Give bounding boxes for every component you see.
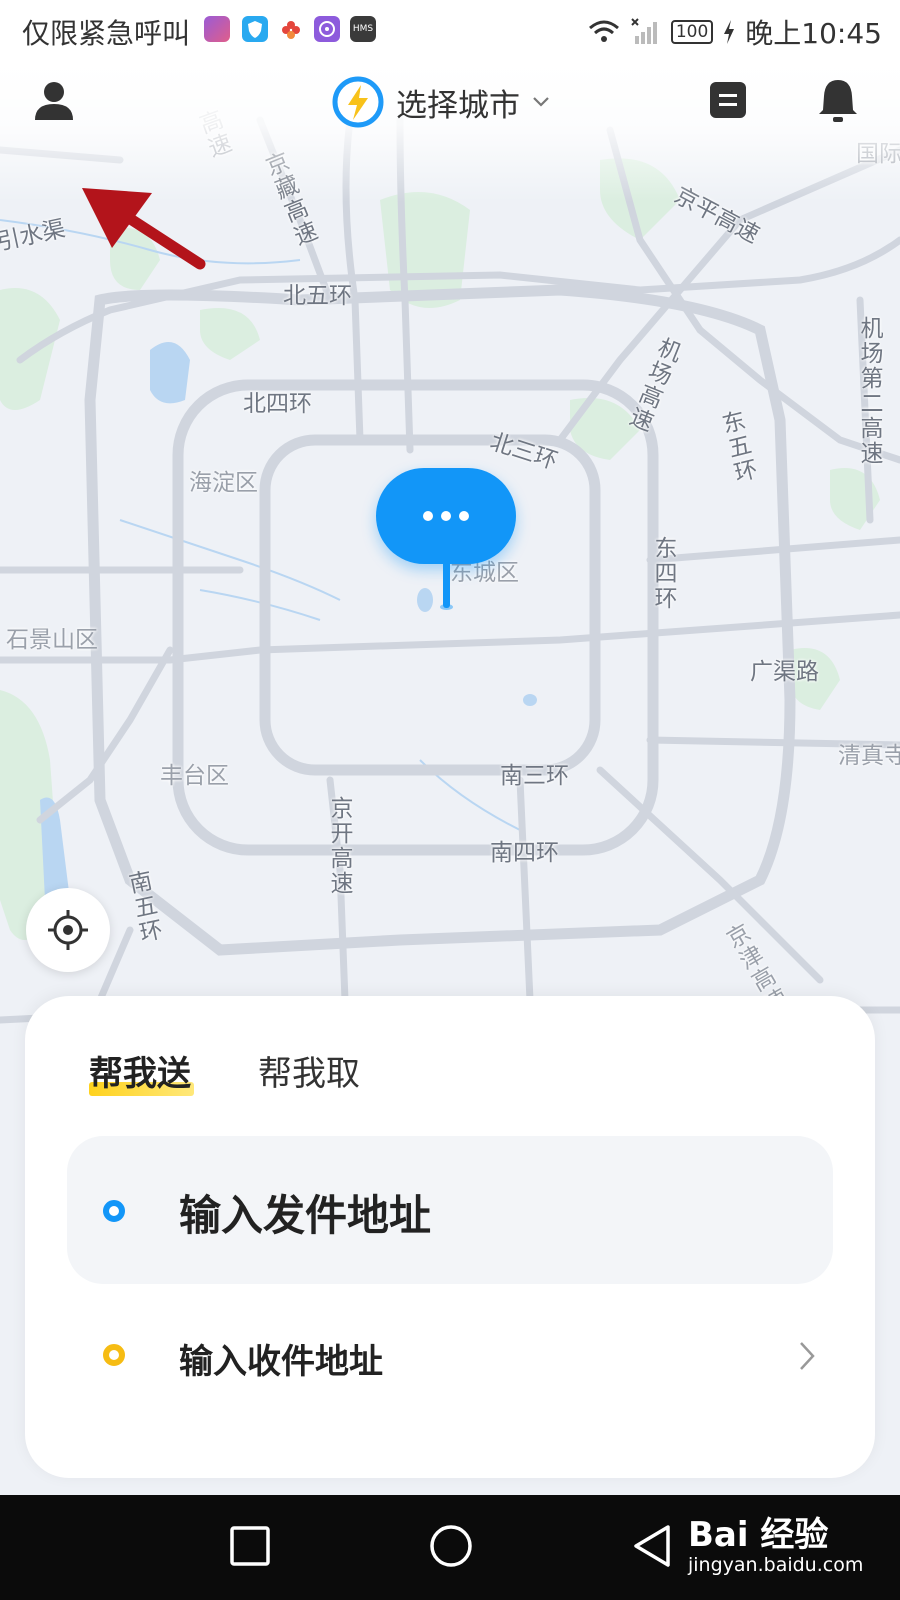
map-label-nansihuan: 南四环 xyxy=(490,840,559,866)
map-label-fengtai: 丰台区 xyxy=(160,763,229,789)
locate-button[interactable] xyxy=(26,888,110,972)
notifications-button[interactable] xyxy=(815,76,861,126)
map-label-jichang2: 机场第二高速 xyxy=(856,316,882,466)
back-button[interactable] xyxy=(630,1521,674,1571)
map-label-haidian: 海淀区 xyxy=(189,470,258,496)
city-selector[interactable]: 选择城市 xyxy=(332,74,550,130)
lightning-logo-icon xyxy=(332,76,384,128)
navigation-bar: Bai 经验 jingyan.baidu.com xyxy=(0,1495,900,1600)
signal-icon xyxy=(631,18,657,44)
map-label-qingzhen: 清真寺 xyxy=(838,743,900,769)
hms-app-icon: HMS xyxy=(350,16,376,42)
receiver-dot xyxy=(103,1344,125,1366)
status-bar: 仅限紧急呼叫 HMS 100 晚上10:45 xyxy=(0,0,900,62)
clock: 晚上10:45 xyxy=(745,17,882,50)
map-label-nansanhuan: 南三环 xyxy=(500,763,569,789)
map-label-jingkai: 京开高速 xyxy=(326,796,352,896)
chevron-down-icon xyxy=(533,97,549,107)
pin-bubble xyxy=(376,468,516,564)
watermark-brand: Bai 经验 xyxy=(688,1515,829,1555)
baidu-watermark: Bai 经验 jingyan.baidu.com xyxy=(688,1507,863,1576)
city-label: 选择城市 xyxy=(396,87,520,124)
profile-icon xyxy=(35,82,73,120)
battery-indicator: 100 xyxy=(670,20,714,44)
map-label-beiwuhuan: 北五环 xyxy=(283,283,352,309)
orders-icon xyxy=(710,82,746,118)
watermark-url: jingyan.baidu.com xyxy=(688,1554,864,1576)
map-label-shijingshan: 石景山区 xyxy=(6,627,98,653)
wifi-icon xyxy=(588,20,619,42)
crosshair-icon xyxy=(48,910,88,950)
sender-placeholder: 输入发件地址 xyxy=(179,1191,432,1240)
home-button[interactable] xyxy=(426,1521,476,1571)
music-app-icon xyxy=(314,16,340,42)
map-label-guangqulu: 广渠路 xyxy=(750,659,819,685)
flower-app-icon xyxy=(278,16,304,42)
receiver-address-input[interactable]: 输入收件地址 xyxy=(67,1306,833,1406)
receiver-placeholder: 输入收件地址 xyxy=(179,1342,383,1382)
sender-address-input[interactable]: 输入发件地址 xyxy=(67,1136,833,1284)
recent-apps-button[interactable] xyxy=(228,1521,272,1571)
game-app-icon xyxy=(204,16,230,42)
carrier-text: 仅限紧急呼叫 xyxy=(22,17,191,50)
tab-pickup[interactable]: 帮我取 xyxy=(258,1046,360,1095)
bell-icon xyxy=(819,80,857,122)
map-label-beisihuan: 北四环 xyxy=(243,391,312,417)
chevron-right-icon xyxy=(800,1342,815,1370)
pin-base xyxy=(440,604,453,610)
shield-app-icon xyxy=(242,16,268,42)
map-label-dongsihuan: 东四环 xyxy=(650,536,676,611)
orders-button[interactable] xyxy=(706,78,750,122)
profile-button[interactable] xyxy=(26,74,82,130)
charging-icon xyxy=(724,20,735,44)
tab-send[interactable]: 帮我送 xyxy=(89,1046,191,1095)
sender-dot xyxy=(103,1200,125,1222)
location-pin[interactable] xyxy=(376,468,516,618)
delivery-card: 帮我送 帮我取 输入发件地址 输入收件地址 xyxy=(25,996,875,1478)
pin-stem xyxy=(443,558,450,608)
